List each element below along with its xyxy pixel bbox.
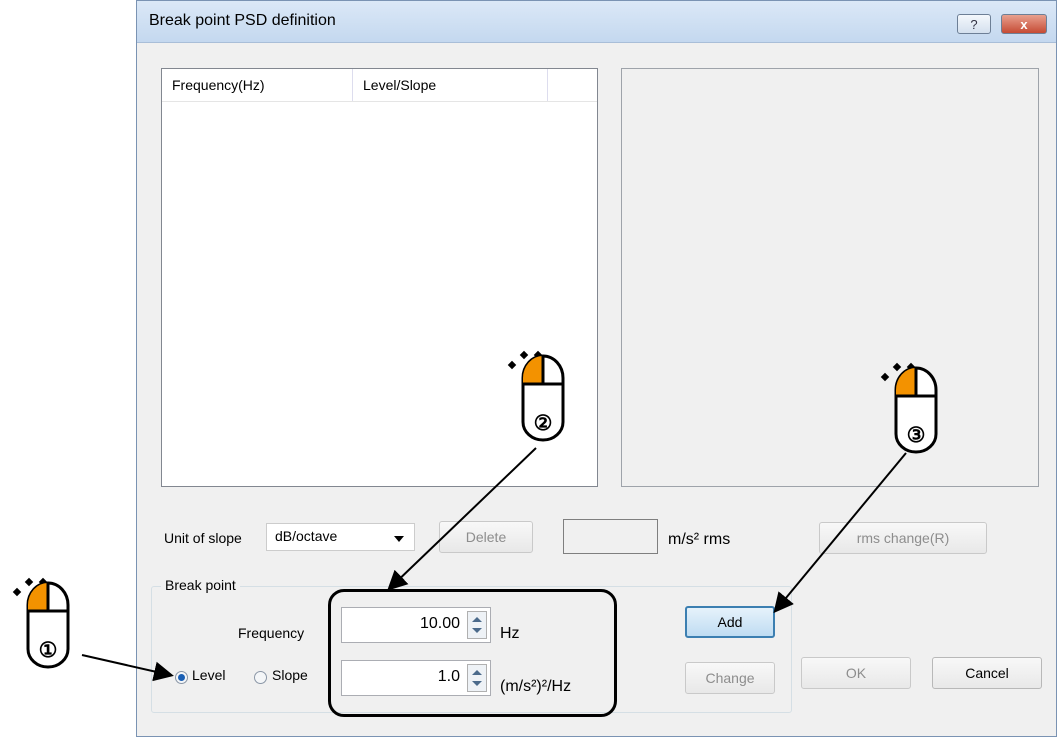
arrow-3 (773, 452, 907, 614)
step-number-2: ② (533, 412, 553, 435)
arrow-1 (81, 654, 174, 682)
step-number-1: ① (38, 639, 58, 662)
arrow-2 (387, 447, 537, 591)
step-number-3: ③ (906, 424, 926, 447)
